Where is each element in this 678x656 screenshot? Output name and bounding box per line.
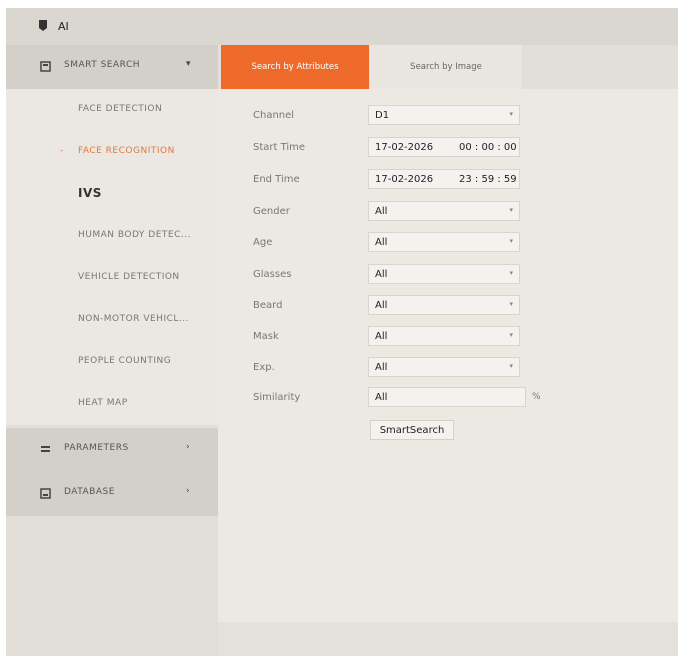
glasses-row: Glasses All ▾ xyxy=(218,264,678,288)
chevron-down-icon: ▾ xyxy=(186,59,191,69)
app-window: AI SMART SEARCH ▾ FACE DETECTION - FACE … xyxy=(6,8,678,656)
main-content: Search by Attributes Search by Image Cha… xyxy=(218,45,678,656)
channel-value: D1 xyxy=(375,110,390,121)
age-row: Age All ▾ xyxy=(218,232,678,256)
footer-bar xyxy=(218,622,678,656)
chevron-right-icon: › xyxy=(186,486,190,496)
percent-unit: % xyxy=(532,392,541,402)
similarity-input[interactable]: All xyxy=(368,387,526,407)
sidebar-item-face-recognition[interactable]: - FACE RECOGNITION xyxy=(6,131,218,173)
app-logo-icon xyxy=(39,20,47,31)
tab-bar: Search by Attributes Search by Image xyxy=(218,45,678,89)
chevron-down-icon: ▾ xyxy=(509,206,513,214)
expression-row: Exp. All ▾ xyxy=(218,357,678,381)
chevron-right-icon: › xyxy=(186,442,190,452)
end-time-label: End Time xyxy=(253,174,300,185)
end-time-value: 23 : 59 : 59 xyxy=(459,174,517,185)
sidebar-item-label: HUMAN BODY DETEC... xyxy=(78,230,191,240)
database-label: DATABASE xyxy=(64,487,115,497)
sidebar-item-label: VEHICLE DETECTION xyxy=(78,272,180,282)
sidebar-item-people-counting[interactable]: PEOPLE COUNTING xyxy=(6,341,218,383)
smart-search-icon xyxy=(40,61,51,72)
mask-label: Mask xyxy=(253,331,279,342)
channel-row: Channel D1 ▾ xyxy=(218,105,678,129)
sidebar-item-heat-map[interactable]: HEAT MAP xyxy=(6,383,218,425)
sidebar-item-non-motor-vehicle[interactable]: NON-MOTOR VEHICL... xyxy=(6,299,218,341)
gender-value: All xyxy=(375,206,388,217)
sidebar-item-face-detection[interactable]: FACE DETECTION xyxy=(6,89,218,131)
start-time-row: Start Time 17-02-2026 00 : 00 : 00 xyxy=(218,137,678,161)
glasses-value: All xyxy=(375,269,388,280)
tab-search-by-attributes[interactable]: Search by Attributes xyxy=(221,45,369,89)
channel-label: Channel xyxy=(253,110,295,121)
sidebar-item-vehicle-detection[interactable]: VEHICLE DETECTION xyxy=(6,257,218,299)
smart-search-label: SMART SEARCH xyxy=(64,60,141,70)
end-date-value: 17-02-2026 xyxy=(375,174,434,185)
start-time-field[interactable]: 17-02-2026 00 : 00 : 00 xyxy=(368,137,520,157)
chevron-down-icon: ▾ xyxy=(509,269,513,277)
mask-value: All xyxy=(375,331,388,342)
database-icon xyxy=(40,488,51,499)
parameters-menu[interactable]: PARAMETERS › xyxy=(6,428,218,472)
gender-row: Gender All ▾ xyxy=(218,201,678,225)
chevron-down-icon: ▾ xyxy=(509,331,513,339)
sidebar-item-ivs[interactable]: IVS xyxy=(6,173,218,215)
expression-label: Exp. xyxy=(253,362,275,373)
chevron-down-icon: ▾ xyxy=(509,110,513,118)
chevron-down-icon: ▾ xyxy=(509,237,513,245)
gender-label: Gender xyxy=(253,206,290,217)
mask-select[interactable]: All ▾ xyxy=(368,326,520,346)
parameters-icon xyxy=(41,446,50,452)
similarity-value: All xyxy=(375,392,388,403)
beard-select[interactable]: All ▾ xyxy=(368,295,520,315)
sidebar-item-label: FACE DETECTION xyxy=(78,104,163,114)
age-label: Age xyxy=(253,237,273,248)
active-marker: - xyxy=(60,146,64,156)
end-time-row: End Time 17-02-2026 23 : 59 : 59 xyxy=(218,169,678,193)
chevron-down-icon: ▾ xyxy=(509,362,513,370)
glasses-label: Glasses xyxy=(253,269,292,280)
sidebar-item-label: HEAT MAP xyxy=(78,398,128,408)
expression-select[interactable]: All ▾ xyxy=(368,357,520,377)
top-bar: AI xyxy=(6,8,678,45)
sidebar-item-label: IVS xyxy=(78,186,102,200)
sidebar-item-label: FACE RECOGNITION xyxy=(78,146,175,156)
similarity-row: Similarity All % xyxy=(218,387,678,411)
sidebar: SMART SEARCH ▾ FACE DETECTION - FACE REC… xyxy=(6,45,218,656)
sidebar-item-human-body-detection[interactable]: HUMAN BODY DETEC... xyxy=(6,215,218,257)
beard-label: Beard xyxy=(253,300,283,311)
glasses-select[interactable]: All ▾ xyxy=(368,264,520,284)
expression-value: All xyxy=(375,362,388,373)
app-title: AI xyxy=(58,20,69,33)
parameters-label: PARAMETERS xyxy=(64,443,129,453)
tab-search-by-image[interactable]: Search by Image xyxy=(370,45,522,89)
smart-search-button[interactable]: SmartSearch xyxy=(370,420,454,440)
end-time-field[interactable]: 17-02-2026 23 : 59 : 59 xyxy=(368,169,520,189)
sidebar-item-label: PEOPLE COUNTING xyxy=(78,356,172,366)
beard-row: Beard All ▾ xyxy=(218,295,678,319)
start-date-value: 17-02-2026 xyxy=(375,142,434,153)
smart-search-menu[interactable]: SMART SEARCH ▾ xyxy=(6,45,218,89)
sidebar-item-label: NON-MOTOR VEHICL... xyxy=(78,314,189,324)
database-menu[interactable]: DATABASE › xyxy=(6,472,218,516)
beard-value: All xyxy=(375,300,388,311)
start-time-label: Start Time xyxy=(253,142,306,153)
age-select[interactable]: All ▾ xyxy=(368,232,520,252)
chevron-down-icon: ▾ xyxy=(509,300,513,308)
age-value: All xyxy=(375,237,388,248)
mask-row: Mask All ▾ xyxy=(218,326,678,350)
start-time-value: 00 : 00 : 00 xyxy=(459,142,517,153)
gender-select[interactable]: All ▾ xyxy=(368,201,520,221)
similarity-label: Similarity xyxy=(253,392,301,403)
channel-select[interactable]: D1 ▾ xyxy=(368,105,520,125)
